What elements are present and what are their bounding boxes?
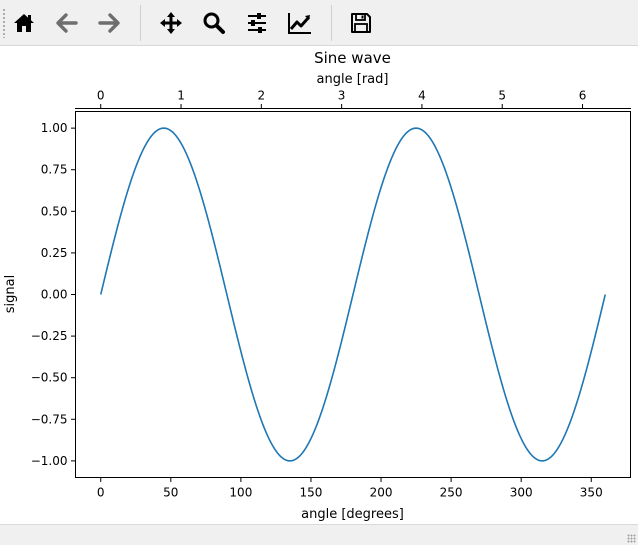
toolbar-grip[interactable] xyxy=(2,8,6,38)
y-tick-label: 0.00 xyxy=(41,288,68,302)
x-tick-label: 200 xyxy=(370,486,393,500)
navigation-toolbar xyxy=(0,0,638,46)
arrow-left-icon xyxy=(56,13,78,33)
x-tick-label: 350 xyxy=(580,486,603,500)
forward-button[interactable] xyxy=(92,5,126,41)
back-button[interactable] xyxy=(50,5,84,41)
x-axis: 0 50 100 150 200 250 300 350 xyxy=(97,477,603,500)
y-tick-label: −0.75 xyxy=(31,412,68,426)
home-button[interactable] xyxy=(7,5,41,41)
sliders-icon xyxy=(248,13,266,33)
secondary-x-tick-label: 0 xyxy=(97,89,105,103)
secondary-x-axis: 0 1 2 3 4 5 6 xyxy=(97,89,586,109)
x-tick-label: 150 xyxy=(300,486,323,500)
line-chart-icon xyxy=(288,13,311,34)
resize-grip[interactable] xyxy=(627,534,636,543)
y-axis: −1.00 −0.75 −0.50 −0.25 0.00 0.25 0.50 0.75 1.00 xyxy=(31,121,76,468)
save-button[interactable] xyxy=(344,5,378,41)
secondary-x-tick-label: 3 xyxy=(338,89,346,103)
y-tick-label: 0.25 xyxy=(41,246,68,260)
configure-subplots-button[interactable] xyxy=(240,5,274,41)
pan-button[interactable] xyxy=(154,5,188,41)
x-axis-label: angle [degrees] xyxy=(301,507,404,522)
toolbar-separator xyxy=(140,5,141,41)
y-tick-label: −0.50 xyxy=(31,371,68,385)
y-tick-label: 0.50 xyxy=(41,204,68,218)
status-bar xyxy=(0,524,638,545)
y-tick-label: −0.25 xyxy=(31,329,68,343)
zoom-button[interactable] xyxy=(197,5,231,41)
x-tick-label: 0 xyxy=(97,486,105,500)
arrow-right-icon xyxy=(98,13,120,33)
plot-area xyxy=(99,127,607,462)
secondary-x-tick-label: 5 xyxy=(498,89,506,103)
x-tick-label: 250 xyxy=(440,486,463,500)
magnifier-icon xyxy=(203,12,225,34)
secondary-x-tick-label: 6 xyxy=(579,89,587,103)
secondary-x-tick-label: 4 xyxy=(418,89,426,103)
series-line xyxy=(99,127,607,462)
y-tick-label: 1.00 xyxy=(41,121,68,135)
chart-title: Sine wave xyxy=(314,49,391,67)
y-tick-label: −1.00 xyxy=(31,454,68,468)
secondary-x-tick-label: 2 xyxy=(258,89,266,103)
floppy-disk-icon xyxy=(351,13,371,33)
x-tick-label: 300 xyxy=(510,486,533,500)
move-arrows-icon xyxy=(160,12,182,34)
sine-wave-chart: 0 50 100 150 200 250 300 350 −1.00−0.75−0.50−0.… xyxy=(3,49,631,522)
toolbar-separator xyxy=(331,5,332,41)
secondary-x-tick-label: 1 xyxy=(177,89,185,103)
y-tick-label: 0.75 xyxy=(41,163,68,177)
home-icon xyxy=(14,14,34,32)
secondary-x-axis-label: angle [rad] xyxy=(317,72,389,87)
edit-axes-button[interactable] xyxy=(283,5,317,41)
x-tick-label: 50 xyxy=(163,486,178,500)
figure-canvas[interactable]: 0 50 100 150 200 250 300 350 −1.00 −0.75 −0.50 −0.… xyxy=(0,46,638,524)
x-tick-label: 100 xyxy=(229,486,252,500)
y-axis-label: signal xyxy=(3,275,18,313)
